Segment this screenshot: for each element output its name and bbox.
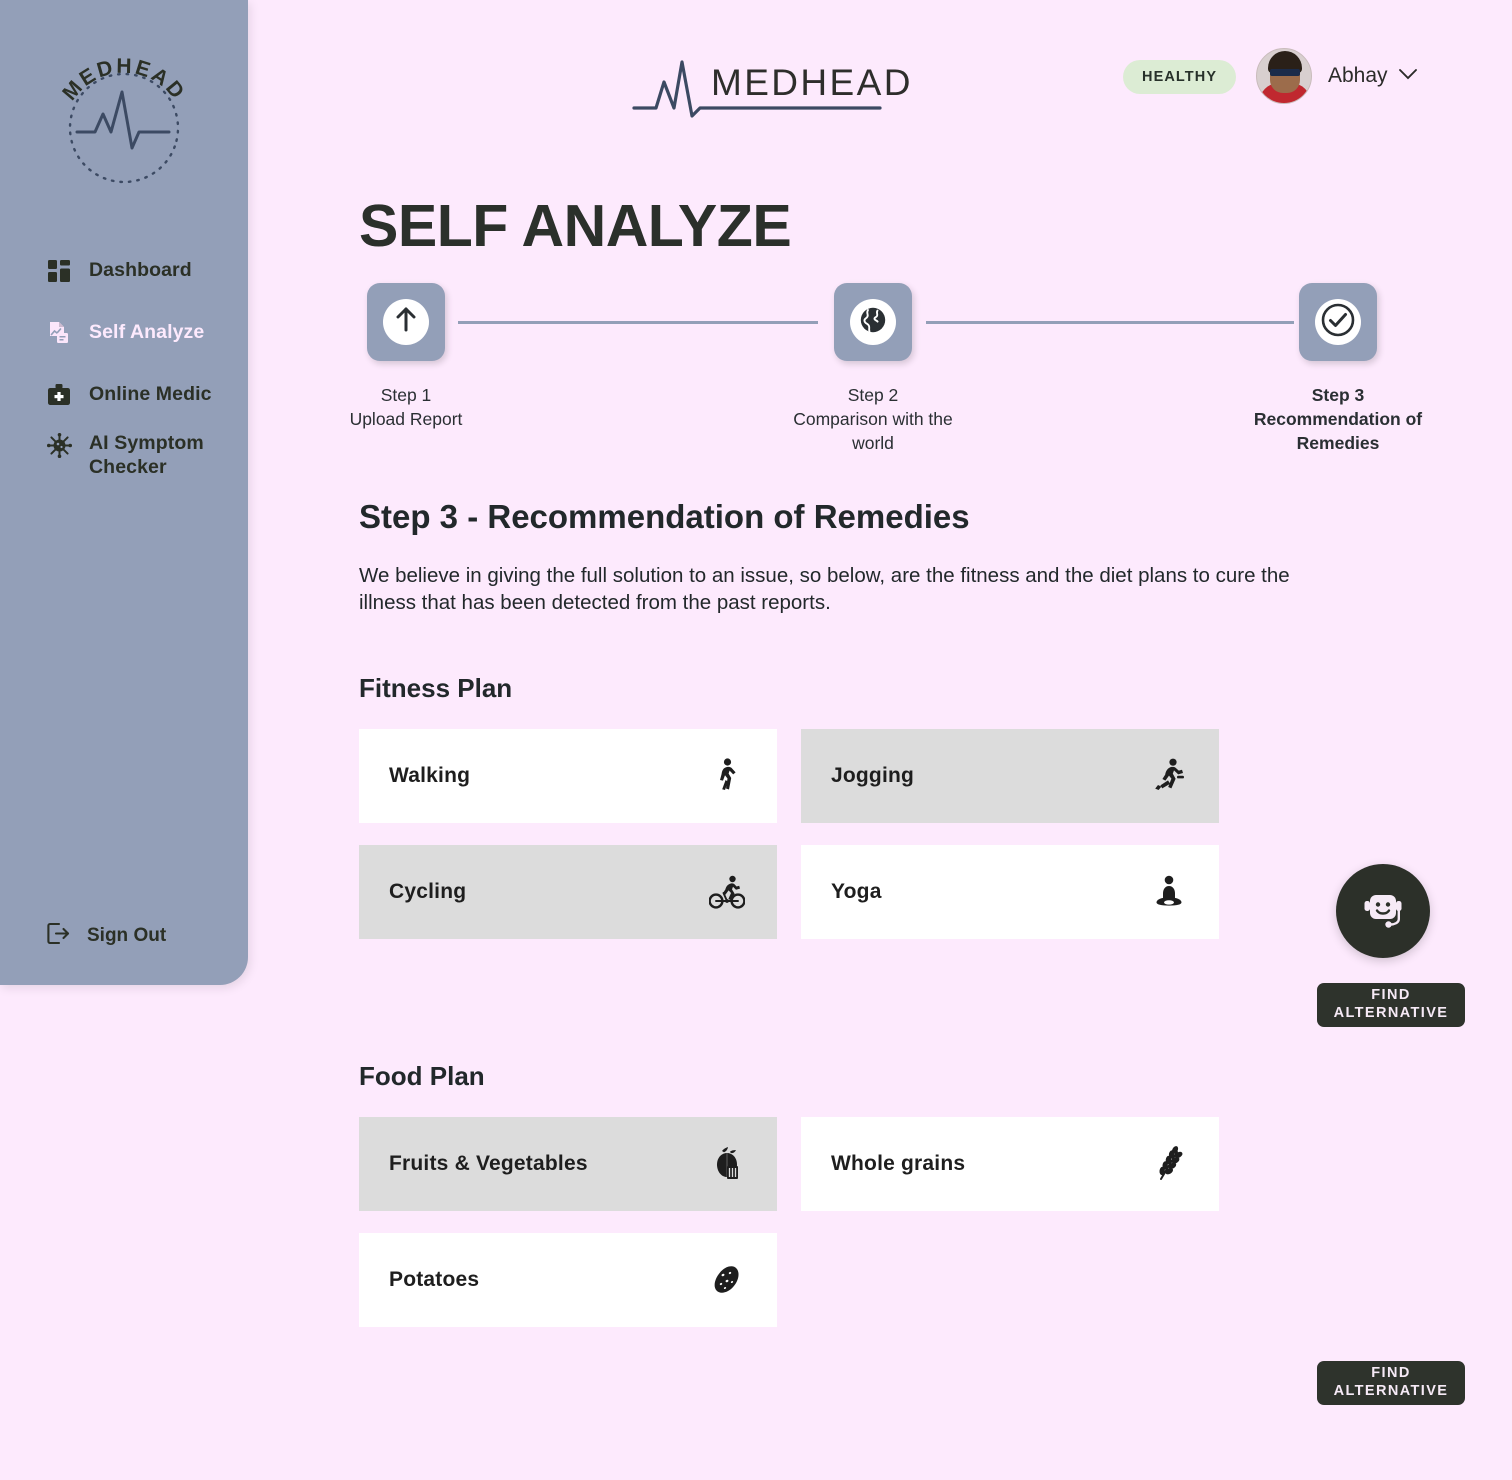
status-badge: HEALTHY bbox=[1123, 60, 1237, 94]
sidebar-item-label: Dashboard bbox=[89, 259, 192, 282]
virus-icon bbox=[46, 432, 72, 458]
sidebar: MEDHEAD Dashboard Self Analyze Online Me… bbox=[0, 0, 248, 985]
stepper-step-1-caption: Upload Report bbox=[349, 408, 463, 429]
stepper-step-3-caption: Recommendation of Remedies bbox=[1253, 408, 1423, 453]
fitness-find-alternative-button[interactable]: FIND ALTERNATIVE bbox=[1317, 983, 1465, 1027]
stepper-step-2-caption: Comparison with the world bbox=[793, 408, 953, 453]
avatar bbox=[1256, 48, 1312, 104]
user-name: Abhay bbox=[1328, 64, 1388, 87]
card-label: Whole grains bbox=[831, 1152, 966, 1175]
chatbot-robot-icon bbox=[1357, 883, 1409, 940]
top-header: MEDHEAD HEALTHY Abhay bbox=[248, 0, 1512, 170]
card-label: Fruits & Vegetables bbox=[389, 1152, 588, 1175]
chatbot-button[interactable] bbox=[1336, 864, 1430, 958]
progress-stepper: Step 1 Upload Report Step 2 Comparison w… bbox=[348, 283, 1468, 463]
fitness-card-walking[interactable]: Walking bbox=[359, 729, 777, 823]
food-find-alternative-button[interactable]: FIND ALTERNATIVE bbox=[1317, 1361, 1465, 1405]
cyclist-icon bbox=[709, 874, 745, 910]
sidebar-item-label: AI Symptom Checker bbox=[89, 432, 204, 478]
wheat-icon bbox=[1151, 1146, 1187, 1182]
section-description: We believe in giving the full solution t… bbox=[359, 564, 1290, 615]
food-plan-title: Food Plan bbox=[359, 1061, 485, 1091]
sidebar-item-label: Self Analyze bbox=[89, 321, 205, 344]
sidebar-item-label: Online Medic bbox=[89, 383, 212, 406]
food-plan-grid: Fruits & Vegetables Whole grains Potatoe… bbox=[359, 1117, 1333, 1327]
stepper-step-1[interactable]: Step 1 Upload Report bbox=[286, 283, 526, 432]
fitness-plan-grid: Walking Jogging Cycling Yoga bbox=[359, 729, 1333, 939]
potato-icon bbox=[709, 1262, 745, 1298]
stepper-step-3-number: Step 3 bbox=[1311, 385, 1365, 405]
stepper-step-3[interactable]: Step 3 Recommendation of Remedies bbox=[1218, 283, 1458, 456]
report-chart-icon bbox=[46, 320, 72, 346]
stepper-step-2-box[interactable] bbox=[834, 283, 912, 361]
stepper-step-3-text: Step 3 Recommendation of Remedies bbox=[1218, 384, 1458, 456]
find-alternative-line2: ALTERNATIVE bbox=[1333, 1005, 1449, 1021]
stepper-step-2-number: Step 2 bbox=[847, 385, 899, 405]
card-label: Cycling bbox=[389, 880, 467, 903]
sign-out-label: Sign Out bbox=[87, 925, 167, 946]
section-heading: Step 3 - Recommendation of Remedies bbox=[359, 498, 970, 535]
sidebar-item-self-analyze[interactable]: Self Analyze bbox=[0, 302, 248, 364]
stepper-step-1-box[interactable] bbox=[367, 283, 445, 361]
upload-arrow-icon bbox=[394, 307, 418, 338]
food-card-fruits-vegetables[interactable]: Fruits & Vegetables bbox=[359, 1117, 777, 1211]
sidebar-nav: Dashboard Self Analyze Online Medic AI S… bbox=[0, 240, 248, 500]
find-alternative-line2: ALTERNATIVE bbox=[1333, 1383, 1449, 1399]
chevron-down-icon[interactable] bbox=[1398, 65, 1418, 87]
dashboard-grid-icon bbox=[46, 258, 72, 284]
medhead-logo-badge: MEDHEAD bbox=[49, 40, 199, 190]
globe-icon bbox=[859, 306, 887, 339]
card-label: Jogging bbox=[831, 764, 915, 787]
card-label: Yoga bbox=[831, 880, 882, 903]
stepper-step-1-text: Step 1 Upload Report bbox=[286, 384, 526, 432]
fitness-plan-title: Fitness Plan bbox=[359, 673, 513, 703]
check-circle-icon bbox=[1321, 303, 1355, 342]
sidebar-item-ai-symptom-checker[interactable]: AI Symptom Checker bbox=[0, 426, 248, 500]
fitness-card-cycling[interactable]: Cycling bbox=[359, 845, 777, 939]
brand-name: MEDHEAD bbox=[711, 62, 913, 103]
stepper-step-3-box[interactable] bbox=[1299, 283, 1377, 361]
card-label: Walking bbox=[389, 764, 471, 787]
page-title: SELF ANALYZE bbox=[359, 193, 792, 259]
food-card-potatoes[interactable]: Potatoes bbox=[359, 1233, 777, 1327]
user-menu[interactable]: Abhay bbox=[1256, 48, 1418, 104]
logout-arrow-icon bbox=[46, 921, 71, 951]
card-label: Potatoes bbox=[389, 1268, 480, 1291]
sign-out-button[interactable]: Sign Out bbox=[46, 921, 166, 951]
apple-icon bbox=[709, 1146, 745, 1182]
sidebar-item-dashboard[interactable]: Dashboard bbox=[0, 240, 248, 302]
stepper-step-1-number: Step 1 bbox=[380, 385, 432, 405]
stepper-step-2-text: Step 2 Comparison with the world bbox=[753, 384, 993, 456]
find-alternative-line1: FIND bbox=[1371, 1365, 1411, 1382]
walking-person-icon bbox=[709, 758, 745, 794]
fitness-card-jogging[interactable]: Jogging bbox=[801, 729, 1219, 823]
stepper-step-2[interactable]: Step 2 Comparison with the world bbox=[753, 283, 993, 456]
medhead-wordmark: MEDHEAD bbox=[630, 58, 910, 120]
meditation-icon bbox=[1151, 874, 1187, 910]
find-alternative-line1: FIND bbox=[1371, 987, 1411, 1004]
fitness-card-yoga[interactable]: Yoga bbox=[801, 845, 1219, 939]
food-card-whole-grains[interactable]: Whole grains bbox=[801, 1117, 1219, 1211]
running-person-icon bbox=[1151, 758, 1187, 794]
medical-briefcase-icon bbox=[46, 382, 72, 408]
sidebar-item-online-medic[interactable]: Online Medic bbox=[0, 364, 248, 426]
